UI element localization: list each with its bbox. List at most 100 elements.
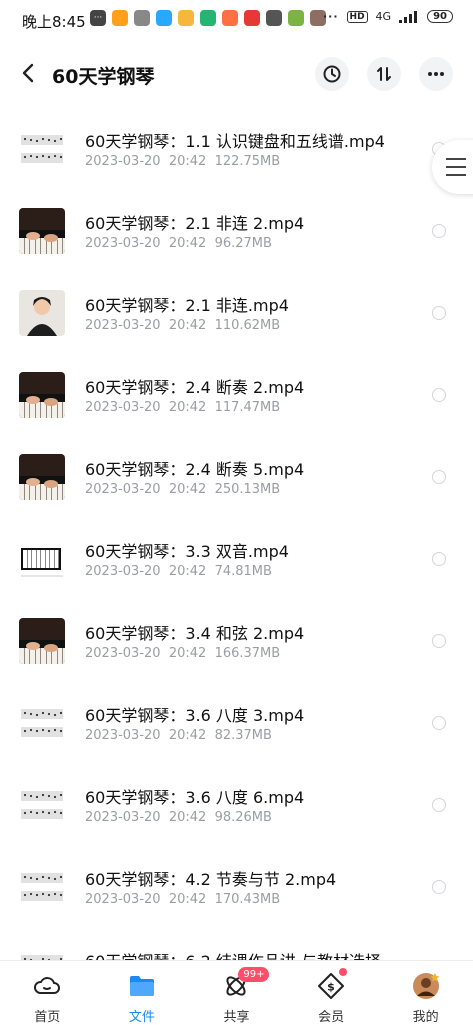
app-color-icon <box>288 10 304 26</box>
file-date: 2023-03-20 <box>85 564 161 579</box>
file-row[interactable]: 60天学钢琴：2.1 非连.mp4 2023-03-20 20:42 110.6… <box>0 268 473 350</box>
file-time: 20:42 <box>168 236 207 251</box>
select-checkbox[interactable] <box>432 798 446 812</box>
tab-mine[interactable]: 我的 <box>378 961 473 1025</box>
select-checkbox[interactable] <box>432 716 446 730</box>
file-list: 60天学钢琴：1.1 认识键盘和五线谱.mp4 2023-03-20 20:42… <box>0 104 473 1006</box>
tab-home[interactable]: 首页 <box>0 961 95 1025</box>
file-name: 60天学钢琴：2.1 非连.mp4 <box>85 296 289 315</box>
file-time: 20:42 <box>168 564 207 579</box>
file-date: 2023-03-20 <box>85 482 161 497</box>
file-name: 60天学钢琴：3.3 双音.mp4 <box>85 542 289 561</box>
video-thumbnail <box>19 536 65 582</box>
file-date: 2023-03-20 <box>85 400 161 415</box>
select-checkbox[interactable] <box>432 634 446 648</box>
file-name: 60天学钢琴：2.4 断奏 5.mp4 <box>85 460 305 479</box>
file-size: 110.62MB <box>214 318 281 333</box>
file-meta: 2023-03-20 20:42 74.81MB <box>85 564 272 579</box>
select-checkbox[interactable] <box>432 306 446 320</box>
file-meta: 2023-03-20 20:42 96.27MB <box>85 236 272 251</box>
file-time: 20:42 <box>168 646 207 661</box>
file-name: 60天学钢琴：4.2 节奏与节 2.mp4 <box>85 870 337 889</box>
menu-line-icon <box>446 174 466 176</box>
status-bar: 晚上8:45 ··· ··· HD 4G 90 <box>0 0 473 40</box>
app-gray-icon <box>134 10 150 26</box>
tab-mine-label: 我的 <box>412 1010 439 1025</box>
cloud-home-icon <box>34 977 61 994</box>
file-date: 2023-03-20 <box>85 318 161 333</box>
video-thumbnail <box>19 126 65 172</box>
tab-files[interactable]: 文件 <box>95 961 190 1025</box>
file-meta: 2023-03-20 20:42 110.62MB <box>85 318 280 333</box>
more-notifications-icon: ··· <box>322 10 339 23</box>
select-checkbox[interactable] <box>432 224 446 238</box>
file-row[interactable]: 60天学钢琴：2.1 非连 2.mp4 2023-03-20 20:42 96.… <box>0 186 473 268</box>
menu-line-icon <box>446 166 466 168</box>
tab-share[interactable]: 99+ 共享 <box>189 961 284 1025</box>
file-meta: 2023-03-20 20:42 82.37MB <box>85 728 272 743</box>
file-row[interactable]: 60天学钢琴：2.4 断奏 5.mp4 2023-03-20 20:42 250… <box>0 432 473 514</box>
tab-vip-label: 会员 <box>318 1010 345 1025</box>
file-date: 2023-03-20 <box>85 810 161 825</box>
file-row[interactable]: 60天学钢琴：3.4 和弦 2.mp4 2023-03-20 20:42 166… <box>0 596 473 678</box>
file-name: 60天学钢琴：3.6 八度 3.mp4 <box>85 706 305 725</box>
system-status: ··· HD 4G 90 <box>323 10 453 23</box>
file-date: 2023-03-20 <box>85 646 161 661</box>
app-orange-icon <box>112 10 128 26</box>
file-meta: 2023-03-20 20:42 122.75MB <box>85 154 280 169</box>
video-thumbnail <box>19 372 65 418</box>
file-row[interactable]: 60天学钢琴：4.2 节奏与节 2.mp4 2023-03-20 20:42 1… <box>0 842 473 924</box>
file-meta: 2023-03-20 20:42 98.26MB <box>85 810 272 825</box>
file-time: 20:42 <box>168 318 207 333</box>
status-time: 晚上8:45 <box>22 13 86 31</box>
signal-icon <box>399 10 418 23</box>
video-thumbnail <box>19 700 65 746</box>
menu-line-icon <box>446 158 466 160</box>
video-thumbnail <box>19 782 65 828</box>
share-badge: 99+ <box>238 967 270 982</box>
video-thumbnail <box>19 208 65 254</box>
file-row[interactable]: 60天学钢琴：3.6 八度 3.mp4 2023-03-20 20:42 82.… <box>0 678 473 760</box>
app-green-icon <box>200 10 216 26</box>
select-checkbox[interactable] <box>432 388 446 402</box>
file-date: 2023-03-20 <box>85 728 161 743</box>
svg-text:$: $ <box>327 981 335 994</box>
file-name: 60天学钢琴：1.1 认识键盘和五线谱.mp4 <box>85 132 385 151</box>
tab-share-label: 共享 <box>223 1010 250 1025</box>
video-thumbnail <box>19 290 65 336</box>
file-meta: 2023-03-20 20:42 166.37MB <box>85 646 280 661</box>
video-thumbnail <box>19 864 65 910</box>
file-row[interactable]: 60天学钢琴：3.3 双音.mp4 2023-03-20 20:42 74.81… <box>0 514 473 596</box>
select-checkbox[interactable] <box>432 552 446 566</box>
history-icon <box>323 65 341 83</box>
message-icon: ··· <box>90 10 106 26</box>
file-time: 20:42 <box>168 810 207 825</box>
hd-icon: HD <box>346 10 368 23</box>
file-date: 2023-03-20 <box>85 154 161 169</box>
file-row[interactable]: 60天学钢琴：1.1 认识键盘和五线谱.mp4 2023-03-20 20:42… <box>0 104 473 186</box>
file-time: 20:42 <box>168 892 207 907</box>
sort-icon <box>377 67 391 81</box>
file-meta: 2023-03-20 20:42 117.47MB <box>85 400 280 415</box>
back-icon[interactable] <box>18 62 40 84</box>
file-row[interactable]: 60天学钢琴：2.4 断奏 2.mp4 2023-03-20 20:42 117… <box>0 350 473 432</box>
select-checkbox[interactable] <box>432 880 446 894</box>
file-size: 74.81MB <box>214 564 272 579</box>
file-size: 122.75MB <box>214 154 281 169</box>
file-time: 20:42 <box>168 728 207 743</box>
battery-level: 90 <box>427 10 453 23</box>
history-button[interactable] <box>315 57 349 91</box>
video-thumbnail <box>19 454 65 500</box>
file-name: 60天学钢琴：3.6 八度 6.mp4 <box>85 788 305 807</box>
tab-vip[interactable]: $ 会员 <box>284 961 379 1025</box>
file-time: 20:42 <box>168 154 207 169</box>
file-time: 20:42 <box>168 400 207 415</box>
select-checkbox[interactable] <box>432 470 446 484</box>
file-time: 20:42 <box>168 482 207 497</box>
more-button[interactable] <box>419 57 453 91</box>
file-size: 96.27MB <box>214 236 272 251</box>
video-thumbnail <box>19 618 65 664</box>
file-row[interactable]: 60天学钢琴：3.6 八度 6.mp4 2023-03-20 20:42 98.… <box>0 760 473 842</box>
sort-button[interactable] <box>367 57 401 91</box>
file-name: 60天学钢琴：2.1 非连 2.mp4 <box>85 214 305 233</box>
